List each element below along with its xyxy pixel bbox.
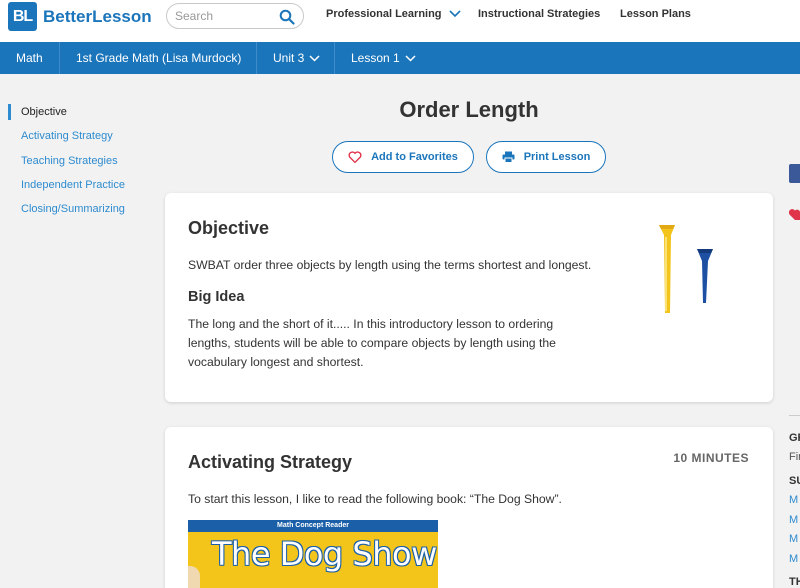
chevron-down-icon — [405, 54, 416, 62]
search-input[interactable] — [175, 8, 279, 24]
nav-label: Professional Learning — [326, 8, 442, 20]
facebook-share-icon[interactable] — [789, 164, 800, 183]
breadcrumb-course[interactable]: 1st Grade Math (Lisa Murdock) — [76, 51, 241, 65]
breadcrumb-label: 1st Grade Math (Lisa Murdock) — [76, 51, 242, 65]
nav-professional-learning[interactable]: Professional Learning — [326, 8, 461, 20]
breadcrumb-divider — [256, 42, 257, 74]
chevron-down-icon — [448, 10, 461, 18]
edge-label: SU — [789, 475, 800, 487]
divider — [789, 415, 800, 416]
edge-label: GR — [789, 432, 800, 444]
activating-text: To start this lesson, I like to read the… — [188, 492, 562, 506]
book-cover-image: Math Concept Reader The Dog Show — [188, 520, 438, 588]
objective-card: Objective SWBAT order three objects by l… — [165, 193, 773, 402]
book-title-text: The Dog Show — [212, 535, 437, 573]
nav-label: Lesson Plans — [620, 8, 691, 20]
nav-instructional-strategies[interactable]: Instructional Strategies — [478, 8, 600, 20]
big-idea-line: The long and the short of it..... In thi… — [188, 317, 554, 331]
heart-icon — [348, 151, 362, 163]
chevron-down-icon — [309, 54, 320, 62]
edge-link[interactable]: M — [789, 553, 800, 565]
search-box — [166, 3, 304, 29]
edge-label: Fir — [789, 451, 800, 463]
sidebar-item-teaching-strategies[interactable]: Teaching Strategies — [8, 153, 158, 177]
add-to-favorites-button[interactable]: Add to Favorites — [332, 141, 474, 173]
big-idea-line: lengths, students will be able to compar… — [188, 336, 556, 350]
nav-lesson-plans[interactable]: Lesson Plans — [620, 8, 691, 20]
logo-text: BetterLesson — [43, 6, 152, 26]
sidebar-item-closing-summarizing[interactable]: Closing/Summarizing — [8, 201, 158, 225]
breadcrumb-lesson[interactable]: Lesson 1 — [351, 51, 416, 65]
sidebar-item-activating-strategy[interactable]: Activating Strategy — [8, 128, 158, 152]
search-icon[interactable] — [279, 9, 295, 25]
edge-link[interactable]: M — [789, 514, 800, 526]
breadcrumb-label: Math — [16, 51, 43, 65]
favorites-label: Add to Favorites — [371, 151, 458, 163]
breadcrumb-label: Unit 3 — [273, 51, 305, 65]
activating-heading: Activating Strategy — [188, 452, 353, 472]
golf-tees-image — [659, 225, 713, 313]
breadcrumb-divider — [334, 42, 335, 74]
printer-icon — [502, 151, 515, 163]
duration-label: 10 MINUTES — [673, 451, 749, 465]
edge-label: TH — [789, 576, 800, 588]
book-band-text: Math Concept Reader — [188, 520, 438, 532]
breadcrumb: Math 1st Grade Math (Lisa Murdock) Unit … — [0, 42, 800, 74]
nav-label: Instructional Strategies — [478, 8, 601, 20]
book-illustration — [188, 566, 200, 588]
edge-link[interactable]: M — [789, 533, 800, 545]
edge-link[interactable]: M — [789, 494, 800, 506]
big-idea-heading: Big Idea — [188, 289, 245, 305]
betterlesson-logo[interactable]: BL BetterLesson — [8, 2, 152, 31]
breadcrumb-unit[interactable]: Unit 3 — [273, 51, 320, 65]
print-label: Print Lesson — [523, 151, 591, 163]
objective-heading: Objective — [188, 218, 270, 238]
breadcrumb-label: Lesson 1 — [351, 51, 400, 65]
activating-strategy-card: Activating Strategy 10 MINUTES To start … — [165, 427, 773, 588]
sidebar-item-independent-practice[interactable]: Independent Practice — [8, 177, 158, 201]
page-title: Order Length — [399, 97, 539, 122]
objective-text: SWBAT order three objects by length usin… — [188, 258, 592, 272]
breadcrumb-divider — [59, 42, 60, 74]
breadcrumb-subject[interactable]: Math — [16, 51, 43, 65]
heart-icon[interactable] — [789, 209, 800, 221]
print-lesson-button[interactable]: Print Lesson — [486, 141, 606, 173]
big-idea-line: vocabulary longest and shortest. — [188, 355, 364, 369]
top-header: BL BetterLesson Professional Learning In… — [0, 0, 800, 42]
logo-badge: BL — [8, 2, 37, 31]
